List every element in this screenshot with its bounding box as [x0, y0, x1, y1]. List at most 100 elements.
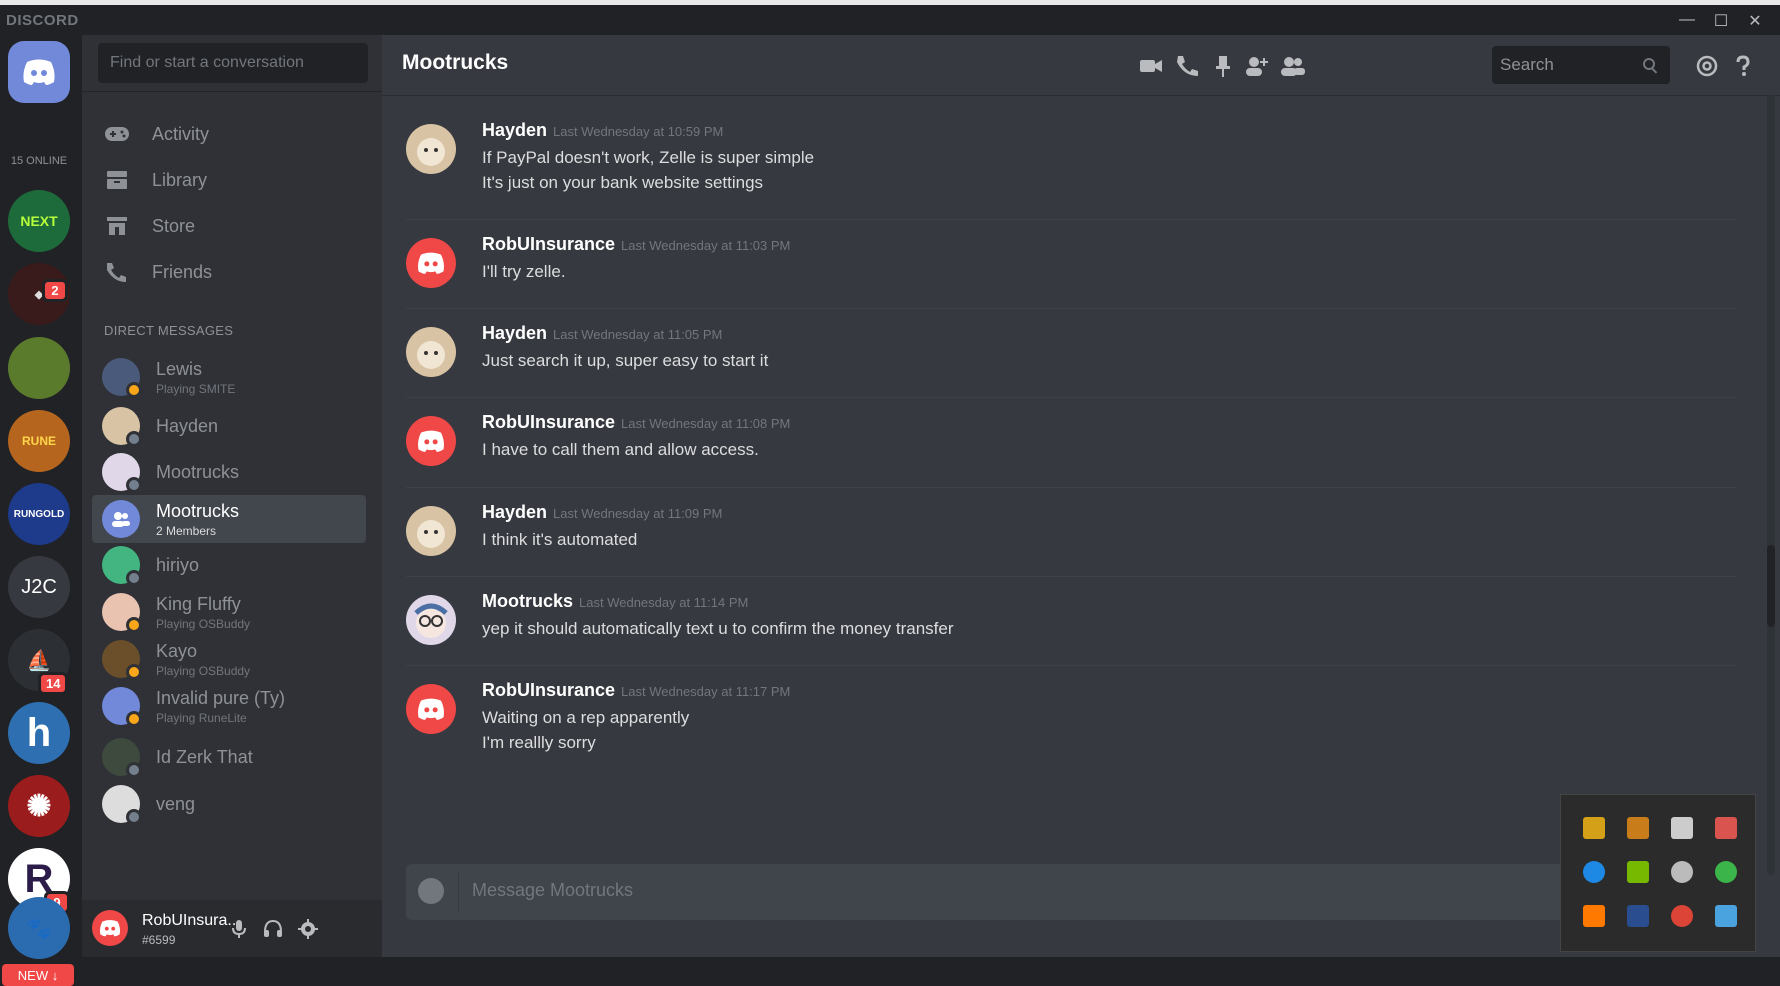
message-author[interactable]: Hayden	[482, 323, 547, 343]
message-author[interactable]: RobUInsurance	[482, 412, 615, 432]
dm-item-mootrucks-group[interactable]: Mootrucks 2 Members	[92, 495, 366, 543]
message-composer[interactable]: Message Mootrucks	[406, 864, 1746, 920]
group-icon	[112, 512, 130, 527]
message-divider	[406, 487, 1736, 488]
avatar	[102, 640, 142, 680]
controller-icon	[102, 119, 132, 149]
dm-name: Invalid pure (Ty)	[156, 687, 286, 708]
library-icon	[102, 165, 132, 195]
upload-icon[interactable]	[418, 878, 444, 904]
nvidia-icon[interactable]	[1627, 861, 1649, 883]
scrollbar-track[interactable]	[1767, 95, 1775, 875]
dm-name: Hayden	[156, 415, 219, 436]
avatar[interactable]	[406, 506, 456, 556]
maximize-button[interactable]: ☐	[1708, 11, 1734, 31]
server-h-label: h	[26, 710, 52, 755]
avatar	[102, 546, 142, 586]
avatar[interactable]	[406, 124, 456, 174]
tray-app-6-icon[interactable]	[1627, 905, 1649, 927]
dm-item-kayo[interactable]: Kayo Playing OSBuddy	[92, 635, 366, 683]
server-rune-treasure[interactable]: RUNE	[8, 410, 70, 472]
members-icon[interactable]	[1280, 53, 1306, 79]
tray-app-2-icon[interactable]	[1627, 817, 1649, 839]
avatar[interactable]	[406, 684, 456, 734]
tray-app-1-icon[interactable]	[1583, 817, 1605, 839]
home-button[interactable]	[8, 41, 70, 103]
scrollbar-thumb[interactable]	[1767, 545, 1775, 627]
user-avatar[interactable]	[92, 910, 128, 946]
avatar	[102, 593, 142, 633]
nav-friends[interactable]: Friends	[102, 252, 212, 292]
chrome-icon[interactable]	[1671, 905, 1693, 927]
add-friend-icon[interactable]	[1244, 53, 1270, 79]
bluetooth-icon[interactable]	[1583, 861, 1605, 883]
message-author[interactable]: Hayden	[482, 120, 547, 140]
nav-activity-label: Activity	[152, 123, 210, 144]
dm-item-mootrucks[interactable]: Mootrucks	[92, 448, 366, 496]
status-idle-icon	[126, 617, 142, 633]
close-button[interactable]: ✕	[1742, 11, 1768, 31]
unread-badge: 14	[38, 672, 69, 695]
microphone-icon[interactable]	[228, 918, 250, 940]
avast-icon[interactable]	[1583, 905, 1605, 927]
message-text: If PayPal doesn't work, Zelle is super s…	[482, 148, 815, 167]
server-next-level[interactable]: NEXT	[8, 190, 70, 252]
message-input[interactable]: Message Mootrucks	[472, 880, 633, 901]
tray-app-3-icon[interactable]	[1671, 817, 1693, 839]
avatar[interactable]	[406, 416, 456, 466]
server-landscape[interactable]	[8, 337, 70, 399]
steam-icon[interactable]	[1671, 861, 1693, 883]
dm-item-hiriyo[interactable]: hiriyo	[92, 541, 366, 589]
group-avatar	[102, 500, 140, 538]
message-timestamp: Last Wednesday at 11:14 PM	[579, 595, 749, 610]
message-text: It's just on your bank website settings	[482, 173, 764, 192]
message: RobUInsurance Last Wednesday at 11:03 PM …	[406, 234, 1736, 304]
help-icon[interactable]	[1730, 53, 1756, 79]
dm-item-hayden[interactable]: Hayden	[92, 402, 366, 450]
voice-call-icon[interactable]	[1174, 53, 1200, 79]
tray-app-7-icon[interactable]	[1715, 905, 1737, 927]
server-h[interactable]: h	[8, 702, 70, 764]
message-author[interactable]: Mootrucks	[482, 591, 573, 611]
avatar[interactable]	[406, 595, 456, 645]
tray-app-5-icon[interactable]	[1715, 861, 1737, 883]
nav-store[interactable]: Store	[102, 206, 195, 246]
anime-avatar-icon	[414, 603, 448, 638]
new-unreads-button[interactable]: NEW ↓	[2, 964, 74, 986]
nav-library-label: Library	[152, 169, 208, 190]
server-paw[interactable]: 🐾	[8, 897, 70, 959]
message-divider	[406, 397, 1736, 398]
dog-avatar-icon	[417, 520, 445, 548]
avatar	[102, 407, 142, 447]
server-j2c[interactable]: J2C	[8, 556, 70, 618]
dm-item-king-fluffy[interactable]: King Fluffy Playing OSBuddy	[92, 588, 366, 636]
discord-logo-icon	[99, 919, 121, 937]
server-red-wheel[interactable]: ✺	[8, 775, 70, 837]
message: RobUInsurance Last Wednesday at 11:08 PM …	[406, 412, 1736, 482]
settings-gear-icon[interactable]	[297, 918, 319, 940]
dm-item-id-zerk-that[interactable]: Id Zerk That	[92, 733, 366, 781]
message-timestamp: Last Wednesday at 11:05 PM	[553, 327, 723, 342]
discord-logo-icon	[23, 59, 55, 85]
mentions-icon[interactable]	[1694, 53, 1720, 79]
dm-item-veng[interactable]: veng	[92, 780, 366, 828]
discord-logo-icon	[418, 430, 444, 452]
dm-item-invalid-pure[interactable]: Invalid pure (Ty) Playing RuneLite	[92, 682, 366, 730]
headphones-icon[interactable]	[262, 918, 284, 940]
dm-sidebar: Find or start a conversation Activity Li…	[82, 35, 382, 957]
avatar[interactable]	[406, 327, 456, 377]
message-author[interactable]: RobUInsurance	[482, 234, 615, 254]
server-rungold[interactable]: RUNGOLD	[8, 483, 70, 545]
message-author[interactable]: RobUInsurance	[482, 680, 615, 700]
search-icon	[1643, 58, 1658, 74]
dm-item-lewis[interactable]: Lewis Playing SMITE	[92, 353, 366, 401]
tray-app-4-icon[interactable]	[1715, 817, 1737, 839]
find-conversation-input[interactable]: Find or start a conversation	[98, 43, 368, 83]
nav-library[interactable]: Library	[102, 160, 207, 200]
nav-activity[interactable]: Activity	[102, 114, 209, 154]
video-call-icon[interactable]	[1138, 53, 1164, 79]
message-author[interactable]: Hayden	[482, 502, 547, 522]
avatar[interactable]	[406, 238, 456, 288]
minimize-button[interactable]: —	[1674, 11, 1700, 29]
pin-icon[interactable]	[1210, 53, 1236, 79]
